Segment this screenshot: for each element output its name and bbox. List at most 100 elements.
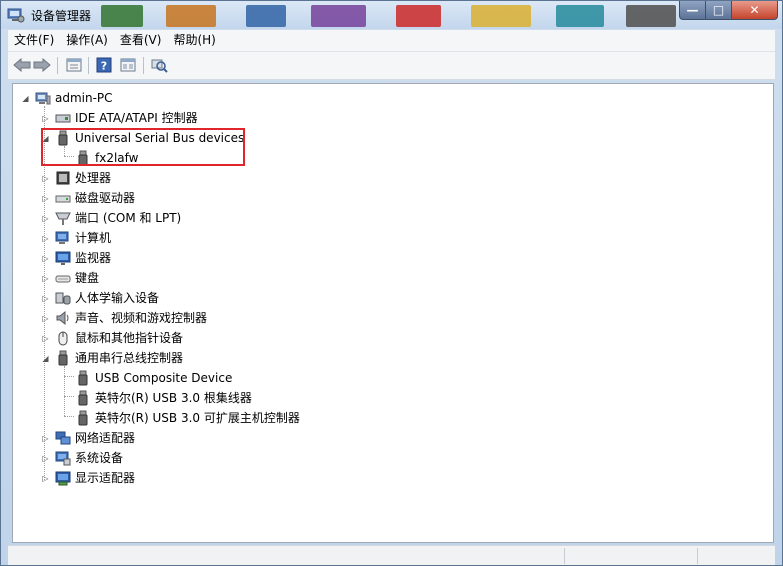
- tree-root-node[interactable]: ◢ admin-PC: [21, 88, 113, 108]
- tree-node-ports[interactable]: ▷ 端口 (COM 和 LPT): [41, 208, 181, 228]
- expand-triangle-icon[interactable]: ▷: [41, 114, 50, 123]
- tree-node-display-adapter[interactable]: ▷ 显示适配器: [41, 468, 135, 488]
- tree-node-usb-controllers[interactable]: ◢ 通用串行总线控制器: [41, 348, 183, 368]
- usb-device-icon: [55, 350, 71, 366]
- collapse-triangle-icon[interactable]: ◢: [41, 354, 50, 363]
- close-button[interactable]: ✕: [732, 1, 778, 20]
- status-bar-divider: [564, 548, 565, 564]
- expand-triangle-icon[interactable]: ▷: [41, 314, 50, 323]
- monitor-icon: [55, 250, 71, 266]
- processor-icon: [55, 170, 71, 186]
- menu-view[interactable]: 查看(V): [114, 31, 168, 50]
- svg-text:?: ?: [101, 60, 107, 73]
- tree-node-usb-composite[interactable]: USB Composite Device: [75, 368, 232, 388]
- display-adapter-icon: [55, 470, 71, 486]
- tree-node-keyboard[interactable]: ▷ 键盘: [41, 268, 99, 288]
- tree-node-label: 声音、视频和游戏控制器: [75, 311, 208, 325]
- tree-node-computer[interactable]: ▷ 计算机: [41, 228, 111, 248]
- tree-node-hid[interactable]: ▷ 人体学输入设备: [41, 288, 159, 308]
- tree-node-label: 英特尔(R) USB 3.0 可扩展主机控制器: [95, 411, 300, 425]
- tree-node-label: 显示适配器: [75, 471, 136, 485]
- tree-guide-line: [64, 396, 74, 397]
- usb-device-icon: [75, 410, 91, 426]
- tree-node-label: 磁盘驱动器: [75, 191, 136, 205]
- scan-hardware-icon[interactable]: [149, 56, 169, 74]
- tree-node-label: 英特尔(R) USB 3.0 根集线器: [95, 391, 252, 405]
- tree-node-label: 网络适配器: [75, 431, 136, 445]
- tree-node-monitor[interactable]: ▷ 监视器: [41, 248, 111, 268]
- window-title: 设备管理器: [31, 9, 92, 23]
- properties-icon[interactable]: [64, 56, 84, 74]
- minimize-button[interactable]: —: [679, 1, 706, 20]
- show-hide-icon[interactable]: [118, 56, 138, 74]
- tree-guide-line: [64, 376, 74, 377]
- expand-triangle-icon[interactable]: ▷: [41, 454, 50, 463]
- expand-triangle-icon[interactable]: ▷: [41, 214, 50, 223]
- expand-triangle-icon[interactable]: ▷: [41, 234, 50, 243]
- tree-node-usb3-host-controller[interactable]: 英特尔(R) USB 3.0 可扩展主机控制器: [75, 408, 300, 428]
- help-icon[interactable]: ?: [94, 56, 114, 74]
- device-tree[interactable]: ◢ admin-PC ▷ IDE ATA/ATAPI 控制器 ◢ Univers…: [12, 83, 774, 543]
- keyboard-icon: [55, 270, 71, 286]
- computer-icon: [55, 230, 71, 246]
- usb-device-icon: [75, 370, 91, 386]
- expand-triangle-icon[interactable]: ▷: [41, 194, 50, 203]
- device-manager-window: 设备管理器 — □ ✕ 文件(F) 操作(A) 查看(V) 帮助(H) ? ◢ …: [0, 0, 783, 566]
- status-bar-divider: [697, 548, 698, 564]
- tree-node-label: 键盘: [75, 271, 100, 285]
- tree-root-label: admin-PC: [55, 91, 113, 105]
- toolbar-separator: [143, 57, 144, 74]
- device-manager-app-icon: [7, 7, 25, 23]
- tree-node-mouse[interactable]: ▷ 鼠标和其他指针设备: [41, 328, 183, 348]
- menu-bar: 文件(F) 操作(A) 查看(V) 帮助(H): [8, 30, 775, 52]
- usb-device-icon: [75, 390, 91, 406]
- expand-triangle-icon[interactable]: ▷: [41, 434, 50, 443]
- background-windows-strip: [96, 1, 686, 29]
- toolbar-separator: [88, 57, 89, 74]
- toolbar-separator: [57, 57, 58, 74]
- expand-triangle-icon[interactable]: ▷: [41, 334, 50, 343]
- expand-triangle-icon[interactable]: ▷: [41, 174, 50, 183]
- toolbar: ?: [8, 52, 775, 80]
- network-icon: [55, 430, 71, 446]
- expand-triangle-icon[interactable]: ▷: [41, 274, 50, 283]
- menu-action[interactable]: 操作(A): [60, 31, 114, 50]
- tree-node-ide[interactable]: ▷ IDE ATA/ATAPI 控制器: [41, 108, 198, 128]
- expand-triangle-icon[interactable]: ▷: [41, 294, 50, 303]
- tree-node-label: USB Composite Device: [95, 371, 233, 385]
- forward-arrow-icon[interactable]: [32, 56, 52, 74]
- tree-node-system[interactable]: ▷ 系统设备: [41, 448, 123, 468]
- computer-icon: [35, 90, 51, 106]
- mouse-icon: [55, 330, 71, 346]
- tree-guide-line: [64, 366, 65, 416]
- tree-guide-line: [64, 416, 74, 417]
- menu-file[interactable]: 文件(F): [8, 31, 60, 50]
- expand-triangle-icon[interactable]: ▷: [41, 474, 50, 483]
- maximize-button[interactable]: □: [706, 1, 732, 20]
- back-arrow-icon[interactable]: [12, 56, 32, 74]
- title-bar[interactable]: 设备管理器 — □ ✕: [1, 1, 782, 29]
- window-controls: — □ ✕: [679, 1, 778, 21]
- tree-node-label: 计算机: [75, 231, 112, 245]
- sound-icon: [55, 310, 71, 326]
- tree-node-label: 人体学输入设备: [75, 291, 160, 305]
- tree-node-label: 端口 (COM 和 LPT): [75, 211, 182, 225]
- status-bar: [8, 545, 775, 565]
- tree-node-label: 鼠标和其他指针设备: [75, 331, 184, 345]
- tree-node-disk[interactable]: ▷ 磁盘驱动器: [41, 188, 135, 208]
- collapse-triangle-icon[interactable]: ◢: [21, 94, 30, 103]
- tree-node-network[interactable]: ▷ 网络适配器: [41, 428, 135, 448]
- tree-node-sound[interactable]: ▷ 声音、视频和游戏控制器: [41, 308, 207, 328]
- expand-triangle-icon[interactable]: ▷: [41, 254, 50, 263]
- tree-node-processor[interactable]: ▷ 处理器: [41, 168, 111, 188]
- hid-icon: [55, 290, 71, 306]
- tree-node-usb3-root-hub[interactable]: 英特尔(R) USB 3.0 根集线器: [75, 388, 252, 408]
- port-icon: [55, 210, 71, 226]
- tree-node-label: 系统设备: [75, 451, 124, 465]
- menu-help[interactable]: 帮助(H): [167, 31, 221, 50]
- system-icon: [55, 450, 71, 466]
- annotation-highlight-box: [41, 128, 245, 166]
- disk-drive-icon: [55, 190, 71, 206]
- tree-node-label: IDE ATA/ATAPI 控制器: [75, 111, 198, 125]
- tree-node-label: 处理器: [75, 171, 112, 185]
